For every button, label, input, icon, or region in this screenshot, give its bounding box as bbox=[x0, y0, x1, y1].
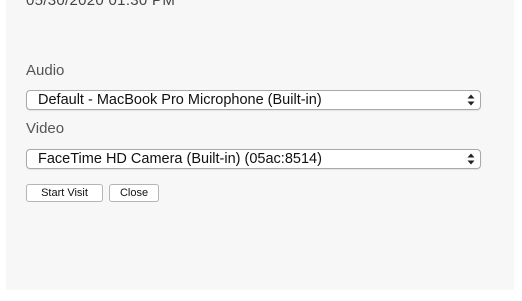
select-stepper-icon bbox=[467, 153, 475, 165]
audio-device-select[interactable]: Default - MacBook Pro Microphone (Built-… bbox=[26, 90, 481, 110]
visit-setup-panel: 05/30/2020 01:30 PM Audio Default - MacB… bbox=[6, 0, 514, 290]
close-button[interactable]: Close bbox=[109, 184, 159, 202]
start-visit-button[interactable]: Start Visit bbox=[26, 184, 103, 202]
audio-device-value: Default - MacBook Pro Microphone (Built-… bbox=[38, 92, 322, 108]
video-device-select[interactable]: FaceTime HD Camera (Built-in) (05ac:8514… bbox=[26, 149, 481, 169]
visit-datetime: 05/30/2020 01:30 PM bbox=[26, 0, 176, 9]
select-stepper-icon bbox=[467, 94, 475, 106]
video-device-value: FaceTime HD Camera (Built-in) (05ac:8514… bbox=[38, 151, 322, 167]
video-label: Video bbox=[26, 120, 65, 137]
audio-label: Audio bbox=[26, 62, 65, 79]
